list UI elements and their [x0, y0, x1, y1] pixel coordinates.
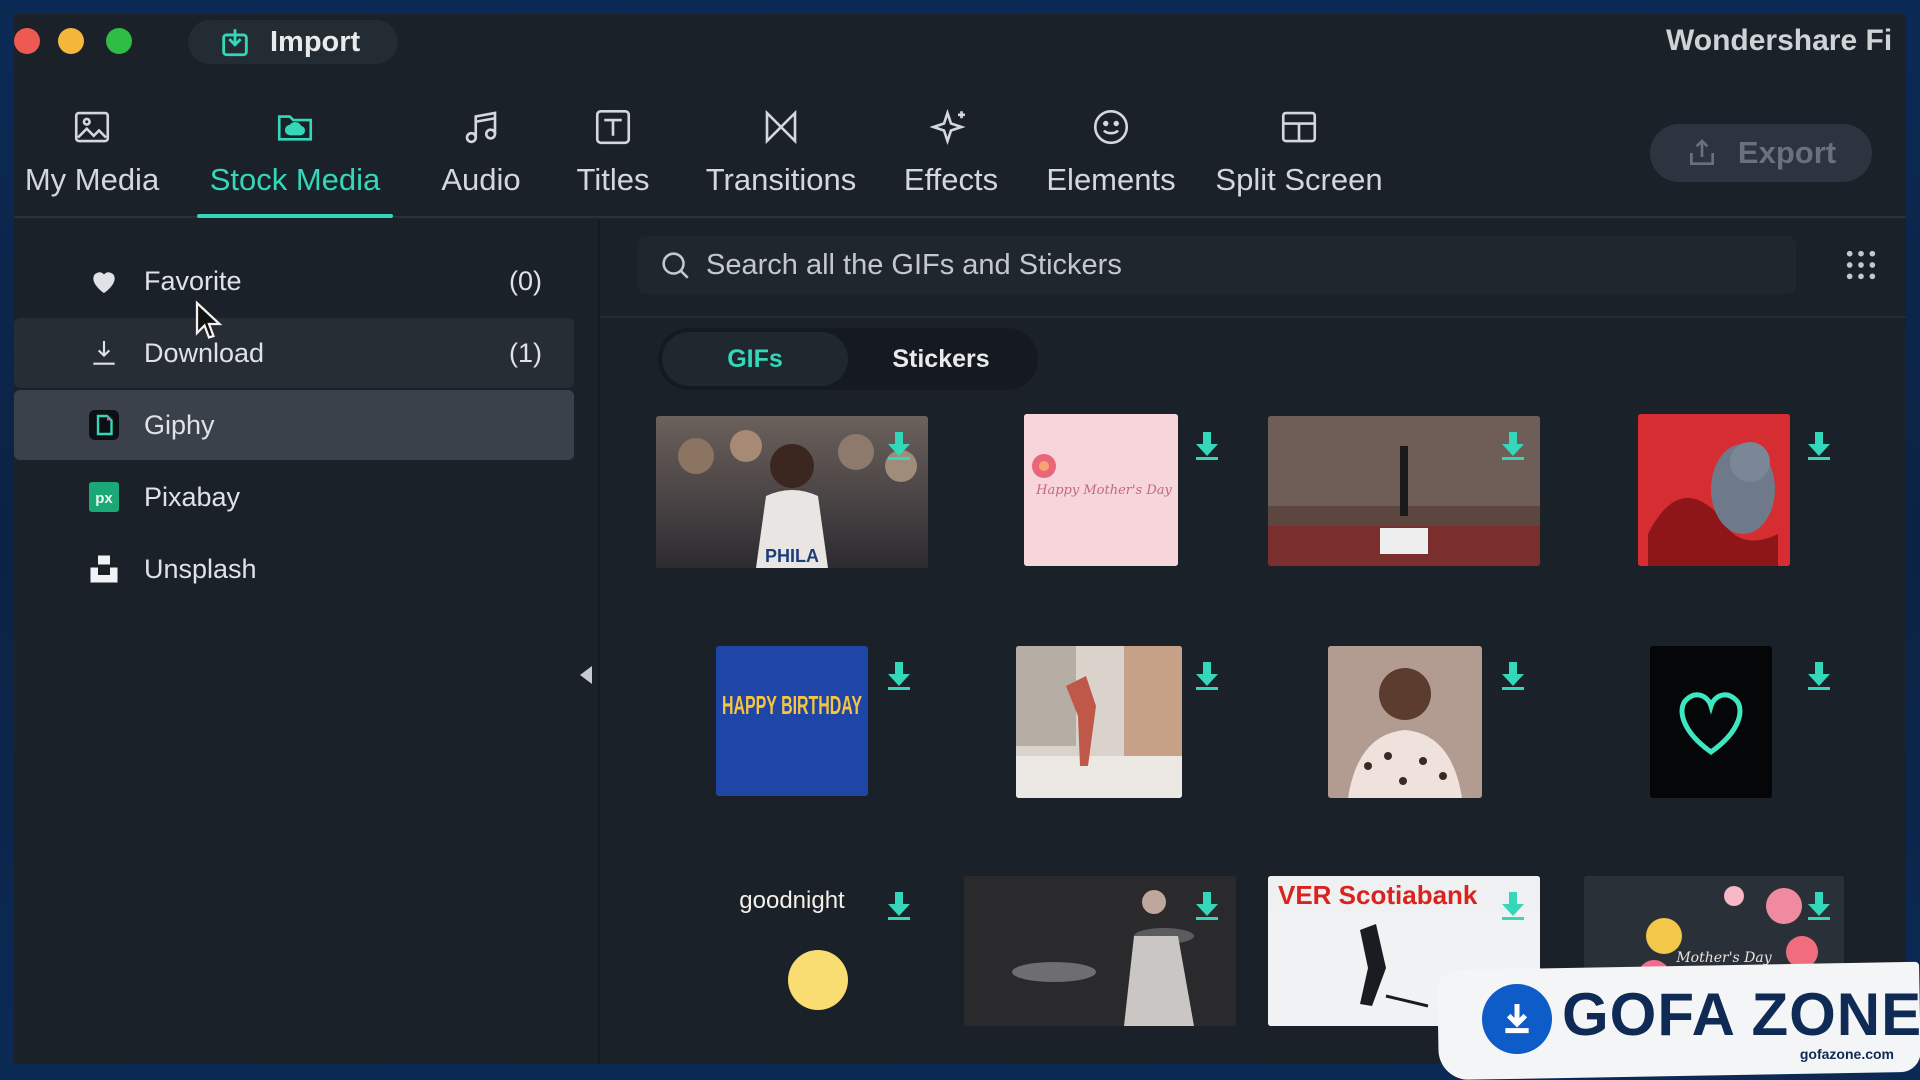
gif-thumbnail[interactable]: [1268, 416, 1540, 566]
smiley-icon: [1093, 109, 1129, 145]
export-button[interactable]: Export: [1650, 124, 1872, 182]
tab-stock-media[interactable]: Stock Media: [197, 106, 393, 218]
stock-media-panel: Search all the GIFs and Stickers GIFs St…: [600, 220, 1906, 1064]
sidebar-item-label: Favorite: [144, 265, 242, 296]
download-arrow-icon[interactable]: [1502, 662, 1524, 690]
svg-text:px: px: [95, 490, 113, 507]
media-toolbar: My Media Stock Media Audio Titles Transi…: [14, 66, 1906, 218]
gif-sticker-toggle: GIFs Stickers: [658, 328, 1038, 390]
unsplash-icon: [86, 551, 122, 587]
bowtie-icon: [765, 109, 797, 145]
tab-titles[interactable]: Titles: [558, 106, 668, 198]
download-arrow-icon[interactable]: [1196, 662, 1218, 690]
watermark-logo-icon: [1482, 984, 1552, 1054]
tab-label: Titles: [576, 162, 650, 197]
import-button[interactable]: Import: [188, 20, 398, 64]
tab-label: Elements: [1046, 162, 1176, 197]
gifs-tab[interactable]: GIFs: [662, 332, 848, 386]
stickers-tab[interactable]: Stickers: [848, 332, 1034, 386]
export-icon: [1689, 139, 1714, 165]
gif-thumbnail[interactable]: goodnight: [716, 876, 868, 1028]
favorite-count: (0): [509, 265, 542, 296]
gif-thumbnail[interactable]: Happy Mother's Day: [1024, 414, 1178, 566]
thumb-text: Happy Mother's Day: [1035, 483, 1172, 498]
split-screen-icon: [1281, 111, 1317, 143]
thumb-text: VER Scotiabank: [1278, 880, 1478, 910]
zoom-window-button[interactable]: [106, 28, 132, 54]
sidebar-item-label: Pixabay: [144, 481, 241, 512]
search-icon: [662, 252, 689, 279]
tab-effects[interactable]: Effects: [886, 106, 1016, 198]
thumb-text: PHILA: [765, 546, 819, 566]
source-sidebar: Favorite (0) Download (1) Giphy px Pixab…: [14, 220, 598, 1064]
tab-label: Audio: [441, 162, 521, 197]
sparkle-icon: [930, 108, 966, 146]
import-label: Import: [270, 25, 361, 58]
tab-label: My Media: [24, 162, 160, 197]
gif-thumbnail[interactable]: HAPPY BIRTHDAY: [716, 646, 868, 796]
watermark-sub: gofazone.com: [1799, 1046, 1894, 1062]
tab-label: Stock Media: [209, 162, 381, 197]
collapse-sidebar-arrow[interactable]: [580, 666, 592, 684]
download-arrow-icon[interactable]: [1502, 892, 1524, 920]
tab-transitions[interactable]: Transitions: [696, 106, 866, 198]
sidebar-item-favorite[interactable]: Favorite (0): [14, 246, 574, 316]
pixabay-icon: px: [86, 479, 122, 515]
download-arrow-icon[interactable]: [1196, 892, 1218, 920]
download-arrow-icon[interactable]: [888, 432, 910, 460]
tab-elements[interactable]: Elements: [1036, 106, 1186, 198]
thumb-text: HAPPY BIRTHDAY: [722, 690, 862, 720]
import-icon: [222, 29, 248, 57]
minimize-window-button[interactable]: [58, 28, 84, 54]
gif-thumbnail[interactable]: [1638, 414, 1790, 566]
app-window: Import Wondershare Fi My Media Stock Med…: [14, 14, 1906, 1064]
gif-thumbnail[interactable]: [1328, 646, 1482, 798]
gif-thumbnail[interactable]: [1650, 646, 1772, 798]
thumb-text: goodnight: [739, 887, 845, 914]
watermark: GOFA ZONE gofazone.com: [1437, 961, 1920, 1080]
sidebar-item-label: Download: [144, 337, 265, 368]
grid-view-icon[interactable]: [1844, 248, 1878, 282]
tab-my-media[interactable]: My Media: [22, 106, 162, 198]
heart-icon: [86, 263, 122, 299]
sidebar-item-pixabay[interactable]: px Pixabay: [14, 462, 574, 532]
tab-label: Effects: [903, 162, 999, 197]
download-count: (1): [509, 337, 542, 368]
download-icon: [86, 335, 122, 371]
tab-label: Transitions: [705, 162, 857, 197]
download-arrow-icon[interactable]: [1808, 662, 1830, 690]
tab-split-screen[interactable]: Split Screen: [1204, 106, 1394, 198]
search-divider: [600, 316, 1906, 318]
sidebar-item-giphy[interactable]: Giphy: [14, 390, 574, 460]
download-arrow-icon[interactable]: [1808, 432, 1830, 460]
close-window-button[interactable]: [14, 28, 40, 54]
mouse-cursor-icon: [195, 300, 223, 339]
tab-audio[interactable]: Audio: [426, 106, 536, 198]
image-icon: [74, 111, 110, 143]
text-icon: [595, 109, 631, 145]
music-note-icon: [465, 111, 497, 144]
sidebar-item-download[interactable]: Download (1): [14, 318, 574, 388]
search-placeholder: Search all the GIFs and Stickers: [706, 248, 1122, 281]
watermark-text: GOFA ZONE: [1562, 981, 1920, 1048]
download-arrow-icon[interactable]: [1196, 432, 1218, 460]
search-bar[interactable]: Search all the GIFs and Stickers: [638, 236, 1796, 294]
sidebar-item-label: Giphy: [144, 409, 215, 440]
cloud-folder-icon: [277, 115, 313, 141]
tab-label: Split Screen: [1215, 162, 1383, 197]
app-title: Wondershare Fi: [1666, 24, 1893, 57]
download-arrow-icon[interactable]: [1502, 432, 1524, 460]
export-label: Export: [1737, 135, 1837, 170]
title-bar: Import Wondershare Fi: [14, 14, 1906, 66]
gif-thumbnail[interactable]: [1016, 646, 1182, 798]
active-tab-indicator: [197, 214, 393, 218]
download-arrow-icon[interactable]: [888, 892, 910, 920]
download-arrow-icon[interactable]: [1808, 892, 1830, 920]
download-arrow-icon[interactable]: [888, 662, 910, 690]
giphy-icon: [86, 407, 122, 443]
sidebar-item-unsplash[interactable]: Unsplash: [14, 534, 574, 604]
sidebar-item-label: Unsplash: [144, 553, 257, 584]
